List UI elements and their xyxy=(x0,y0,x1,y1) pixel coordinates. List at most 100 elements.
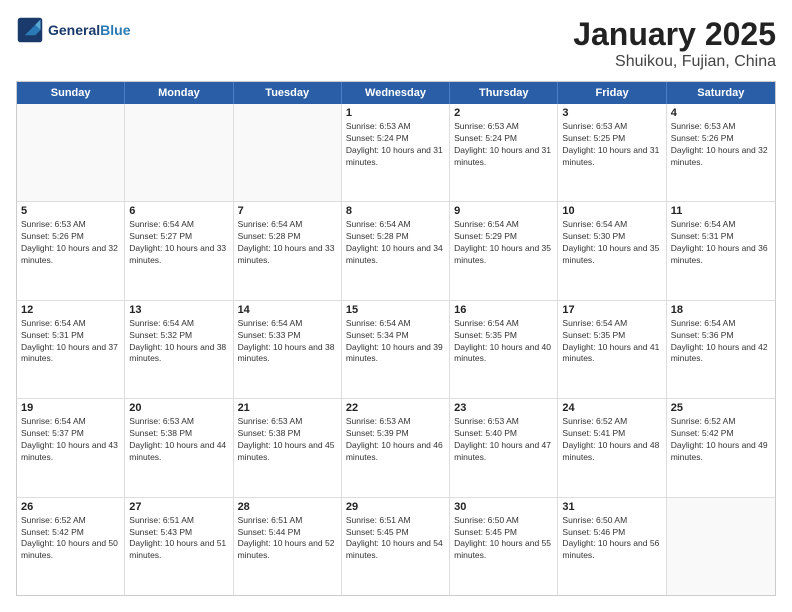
day-number: 9 xyxy=(454,205,553,217)
calendar-body: 1 Sunrise: 6:53 AMSunset: 5:24 PMDaylight… xyxy=(17,104,775,595)
calendar-cell: 10 Sunrise: 6:54 AMSunset: 5:30 PMDayligh… xyxy=(558,202,666,299)
calendar-cell: 13Sunrise: 6:54 AMSunset: 5:32 PMDayligh… xyxy=(125,301,233,398)
cell-info: Sunrise: 6:53 AMSunset: 5:26 PMDaylight:… xyxy=(671,121,771,169)
calendar-cell: 24 Sunrise: 6:52 AMSunset: 5:41 PMDayligh… xyxy=(558,399,666,496)
header-day-thursday: Thursday xyxy=(450,82,558,104)
calendar-cell: 28 Sunrise: 6:51 AMSunset: 5:44 PMDayligh… xyxy=(234,498,342,595)
day-number: 18 xyxy=(671,304,771,316)
cell-info: Sunrise: 6:50 AMSunset: 5:45 PMDaylight:… xyxy=(454,515,553,563)
cell-info: Sunrise: 6:52 AMSunset: 5:42 PMDaylight:… xyxy=(671,416,771,464)
calendar-cell: 20 Sunrise: 6:53 AMSunset: 5:38 PMDayligh… xyxy=(125,399,233,496)
calendar-row-3: 12Sunrise: 6:54 AMSunset: 5:31 PMDayligh… xyxy=(17,301,775,399)
calendar-cell: 3 Sunrise: 6:53 AMSunset: 5:25 PMDaylight… xyxy=(558,104,666,201)
cell-info: Sunrise: 6:52 AMSunset: 5:42 PMDaylight:… xyxy=(21,515,120,563)
cell-info: Sunrise: 6:53 AMSunset: 5:38 PMDaylight:… xyxy=(129,416,228,464)
day-number: 2 xyxy=(454,107,553,119)
calendar-cell: 21 Sunrise: 6:53 AMSunset: 5:38 PMDayligh… xyxy=(234,399,342,496)
cell-info: Sunrise: 6:51 AMSunset: 5:44 PMDaylight:… xyxy=(238,515,337,563)
calendar-cell: 29 Sunrise: 6:51 AMSunset: 5:45 PMDayligh… xyxy=(342,498,450,595)
calendar-cell: 8 Sunrise: 6:54 AMSunset: 5:28 PMDaylight… xyxy=(342,202,450,299)
main-title: January 2025 xyxy=(573,16,776,53)
calendar-cell xyxy=(125,104,233,201)
header-day-wednesday: Wednesday xyxy=(342,82,450,104)
cell-info: Sunrise: 6:53 AMSunset: 5:38 PMDaylight:… xyxy=(238,416,337,464)
subtitle: Shuikou, Fujian, China xyxy=(573,53,776,71)
cell-info: Sunrise: 6:53 AMSunset: 5:40 PMDaylight:… xyxy=(454,416,553,464)
calendar-cell: 6 Sunrise: 6:54 AMSunset: 5:27 PMDaylight… xyxy=(125,202,233,299)
day-number: 26 xyxy=(21,501,120,513)
calendar-cell: 18 Sunrise: 6:54 AMSunset: 5:36 PMDayligh… xyxy=(667,301,775,398)
day-number: 24 xyxy=(562,402,661,414)
page: GeneralBlue January 2025 Shuikou, Fujian… xyxy=(0,0,792,612)
calendar-cell: 26 Sunrise: 6:52 AMSunset: 5:42 PMDayligh… xyxy=(17,498,125,595)
day-number: 14 xyxy=(238,304,337,316)
calendar-row-4: 19Sunrise: 6:54 AMSunset: 5:37 PMDayligh… xyxy=(17,399,775,497)
cell-info: Sunrise: 6:53 AMSunset: 5:26 PMDaylight:… xyxy=(21,219,120,267)
day-number: 8 xyxy=(346,205,445,217)
header: GeneralBlue January 2025 Shuikou, Fujian… xyxy=(16,16,776,71)
cell-info: Sunrise: 6:54 AMSunset: 5:36 PMDaylight:… xyxy=(671,318,771,366)
day-number: 16 xyxy=(454,304,553,316)
calendar-cell: 5Sunrise: 6:53 AMSunset: 5:26 PMDaylight… xyxy=(17,202,125,299)
logo-icon xyxy=(16,16,44,44)
day-number: 29 xyxy=(346,501,445,513)
cell-info: Sunrise: 6:53 AMSunset: 5:25 PMDaylight:… xyxy=(562,121,661,169)
day-number: 31 xyxy=(562,501,661,513)
cell-info: Sunrise: 6:54 AMSunset: 5:37 PMDaylight:… xyxy=(21,416,120,464)
logo: GeneralBlue xyxy=(16,16,130,44)
cell-info: Sunrise: 6:54 AMSunset: 5:34 PMDaylight:… xyxy=(346,318,445,366)
calendar-cell: 14Sunrise: 6:54 AMSunset: 5:33 PMDayligh… xyxy=(234,301,342,398)
cell-info: Sunrise: 6:54 AMSunset: 5:30 PMDaylight:… xyxy=(562,219,661,267)
cell-info: Sunrise: 6:53 AMSunset: 5:24 PMDaylight:… xyxy=(454,121,553,169)
day-number: 6 xyxy=(129,205,228,217)
cell-info: Sunrise: 6:53 AMSunset: 5:24 PMDaylight:… xyxy=(346,121,445,169)
cell-info: Sunrise: 6:54 AMSunset: 5:31 PMDaylight:… xyxy=(671,219,771,267)
cell-info: Sunrise: 6:54 AMSunset: 5:27 PMDaylight:… xyxy=(129,219,228,267)
day-number: 17 xyxy=(562,304,661,316)
cell-info: Sunrise: 6:54 AMSunset: 5:35 PMDaylight:… xyxy=(562,318,661,366)
day-number: 3 xyxy=(562,107,661,119)
cell-info: Sunrise: 6:54 AMSunset: 5:29 PMDaylight:… xyxy=(454,219,553,267)
calendar-row-5: 26 Sunrise: 6:52 AMSunset: 5:42 PMDayligh… xyxy=(17,498,775,595)
day-number: 20 xyxy=(129,402,228,414)
calendar-header: SundayMondayTuesdayWednesdayThursdayFrid… xyxy=(17,82,775,104)
cell-info: Sunrise: 6:54 AMSunset: 5:28 PMDaylight:… xyxy=(346,219,445,267)
day-number: 4 xyxy=(671,107,771,119)
calendar-cell xyxy=(17,104,125,201)
day-number: 1 xyxy=(346,107,445,119)
calendar-cell: 1 Sunrise: 6:53 AMSunset: 5:24 PMDaylight… xyxy=(342,104,450,201)
header-day-saturday: Saturday xyxy=(667,82,775,104)
day-number: 11 xyxy=(671,205,771,217)
calendar-cell xyxy=(667,498,775,595)
cell-info: Sunrise: 6:52 AMSunset: 5:41 PMDaylight:… xyxy=(562,416,661,464)
calendar-cell: 15 Sunrise: 6:54 AMSunset: 5:34 PMDayligh… xyxy=(342,301,450,398)
day-number: 23 xyxy=(454,402,553,414)
calendar-cell: 4 Sunrise: 6:53 AMSunset: 5:26 PMDaylight… xyxy=(667,104,775,201)
day-number: 28 xyxy=(238,501,337,513)
cell-info: Sunrise: 6:51 AMSunset: 5:43 PMDaylight:… xyxy=(129,515,228,563)
day-number: 15 xyxy=(346,304,445,316)
calendar-cell: 31 Sunrise: 6:50 AMSunset: 5:46 PMDayligh… xyxy=(558,498,666,595)
calendar-cell: 27 Sunrise: 6:51 AMSunset: 5:43 PMDayligh… xyxy=(125,498,233,595)
day-number: 21 xyxy=(238,402,337,414)
logo-text: GeneralBlue xyxy=(48,22,130,38)
day-number: 10 xyxy=(562,205,661,217)
calendar-cell: 25 Sunrise: 6:52 AMSunset: 5:42 PMDayligh… xyxy=(667,399,775,496)
cell-info: Sunrise: 6:54 AMSunset: 5:28 PMDaylight:… xyxy=(238,219,337,267)
calendar-cell: 19Sunrise: 6:54 AMSunset: 5:37 PMDayligh… xyxy=(17,399,125,496)
calendar-cell: 22Sunrise: 6:53 AMSunset: 5:39 PMDayligh… xyxy=(342,399,450,496)
header-day-monday: Monday xyxy=(125,82,233,104)
cell-info: Sunrise: 6:50 AMSunset: 5:46 PMDaylight:… xyxy=(562,515,661,563)
cell-info: Sunrise: 6:51 AMSunset: 5:45 PMDaylight:… xyxy=(346,515,445,563)
day-number: 25 xyxy=(671,402,771,414)
day-number: 7 xyxy=(238,205,337,217)
calendar-row-2: 5Sunrise: 6:53 AMSunset: 5:26 PMDaylight… xyxy=(17,202,775,300)
day-number: 27 xyxy=(129,501,228,513)
calendar-cell: 17 Sunrise: 6:54 AMSunset: 5:35 PMDayligh… xyxy=(558,301,666,398)
cell-info: Sunrise: 6:53 AMSunset: 5:39 PMDaylight:… xyxy=(346,416,445,464)
day-number: 30 xyxy=(454,501,553,513)
day-number: 12 xyxy=(21,304,120,316)
header-day-tuesday: Tuesday xyxy=(234,82,342,104)
calendar-cell: 16Sunrise: 6:54 AMSunset: 5:35 PMDayligh… xyxy=(450,301,558,398)
calendar-cell: 30 Sunrise: 6:50 AMSunset: 5:45 PMDayligh… xyxy=(450,498,558,595)
